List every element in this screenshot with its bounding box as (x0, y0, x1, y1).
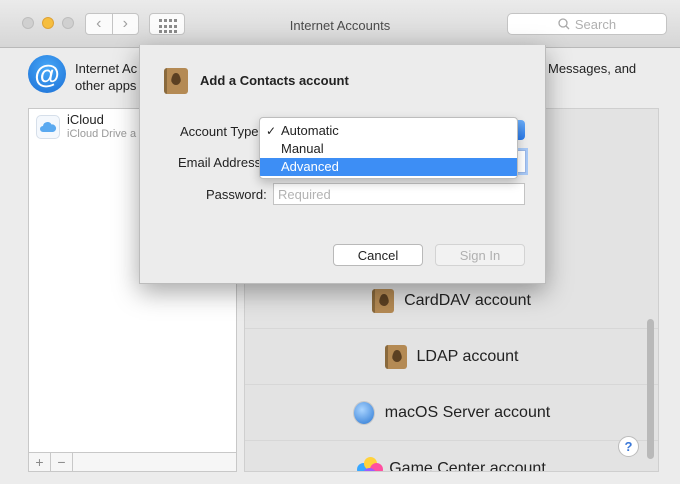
checkmark-icon: ✓ (266, 124, 277, 138)
service-label: LDAP account (416, 347, 519, 365)
menu-item-label: Automatic (281, 123, 339, 138)
service-label: macOS Server account (384, 403, 551, 421)
search-field[interactable]: Search (507, 13, 667, 35)
list-item-ldap[interactable]: LDAP account (245, 329, 658, 385)
background-strip (0, 484, 680, 499)
search-placeholder: Search (574, 16, 617, 32)
list-item-macos-server[interactable]: macOS Server account (245, 385, 658, 441)
account-name: iCloud (67, 112, 104, 127)
search-icon (558, 18, 570, 30)
contacts-book-icon (164, 68, 188, 94)
menu-item-advanced[interactable]: Advanced (260, 158, 517, 176)
internet-accounts-window: ‹ › Internet Accounts Search @ Internet … (0, 0, 680, 499)
globe-icon (352, 400, 375, 425)
sign-in-button[interactable]: Sign In (435, 244, 525, 266)
account-type-label: Account Type (180, 124, 259, 139)
menu-item-automatic[interactable]: ✓ Automatic (260, 122, 517, 140)
email-field[interactable] (518, 150, 526, 173)
service-label: CardDAV account (404, 291, 531, 309)
remove-account-button[interactable]: − (51, 453, 73, 471)
list-item-game-center[interactable]: Game Center account (245, 441, 658, 472)
password-field[interactable]: Required (273, 183, 525, 205)
contacts-book-icon (372, 288, 395, 313)
menu-item-manual[interactable]: Manual (260, 140, 517, 158)
list-controls: + − (29, 452, 236, 471)
icloud-icon (36, 115, 60, 139)
scrollbar-thumb[interactable] (647, 319, 654, 459)
contacts-book-icon (384, 344, 407, 369)
header-description-right: Messages, and (548, 61, 637, 76)
email-address-label: Email Address (178, 155, 262, 170)
menu-item-label: Manual (281, 141, 324, 156)
help-button[interactable]: ? (618, 436, 639, 457)
password-placeholder: Required (278, 187, 331, 202)
account-subtitle: iCloud Drive a (67, 128, 137, 140)
password-label: Password: (206, 187, 267, 202)
menu-item-label: Advanced (281, 159, 339, 174)
sheet-title: Add a Contacts account (200, 73, 349, 88)
cancel-button[interactable]: Cancel (333, 244, 423, 266)
internet-accounts-at-icon: @ (28, 55, 66, 93)
title-bar: ‹ › Internet Accounts Search (0, 0, 680, 48)
account-type-dropdown-menu: ✓ Automatic Manual Advanced (259, 117, 518, 179)
add-account-button[interactable]: + (29, 453, 51, 471)
service-label: Game Center account (389, 459, 546, 472)
game-center-icon (357, 456, 384, 471)
